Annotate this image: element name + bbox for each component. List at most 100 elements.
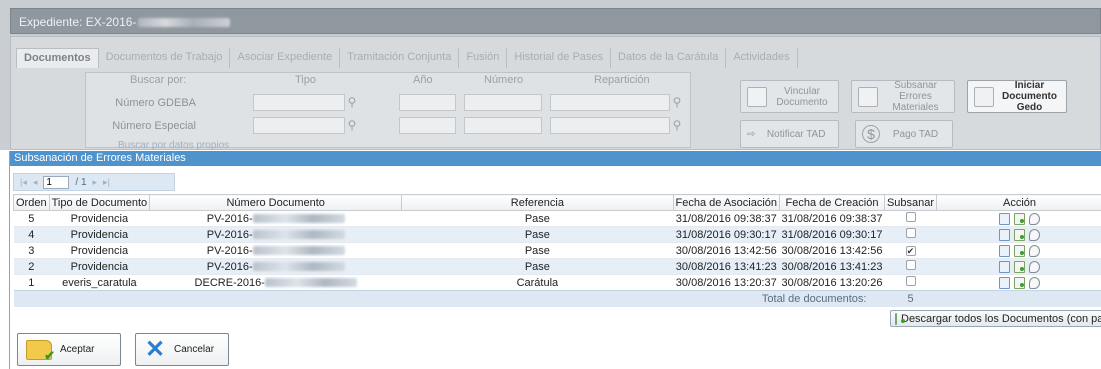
view-document-icon[interactable] (999, 244, 1011, 257)
subsanar-checkbox[interactable] (905, 260, 916, 270)
row-orden: 2 (13, 258, 50, 275)
preview-icon[interactable] (1029, 244, 1041, 257)
col-tipo-documento[interactable]: Tipo de Documento (48, 194, 151, 211)
row-orden: 4 (13, 226, 50, 243)
row-fecha-asociacion: 30/08/2016 13:20:37 (673, 274, 780, 291)
new-document-icon (974, 86, 994, 107)
dialog-title: Subsanación de Errores Materiales (10, 151, 1101, 166)
tipo-input-especial[interactable] (253, 117, 345, 134)
search-icon[interactable]: ⚲ (345, 95, 359, 109)
view-document-icon[interactable] (999, 260, 1011, 273)
col-orden[interactable]: Orden (13, 194, 50, 211)
totals-row: Total de documentos: 5 (13, 290, 1101, 307)
tab-actividades[interactable]: Actividades (726, 48, 798, 68)
cancel-label: Cancelar (174, 344, 215, 355)
col-subsanar[interactable]: Subsanar (883, 194, 938, 211)
close-icon: ✕ (144, 335, 166, 363)
anio-input-especial[interactable] (399, 117, 456, 134)
download-icon[interactable] (1014, 276, 1026, 289)
col-accion: Acción (936, 194, 1101, 211)
tab-historial-de-pases[interactable]: Historial de Pases (507, 48, 612, 68)
pago-tad-button[interactable]: $ Pago TAD (855, 120, 953, 148)
search-icon[interactable]: ⚲ (345, 118, 359, 132)
view-document-icon[interactable] (999, 228, 1011, 241)
table-header: Orden Tipo de Documento Número Documento… (13, 194, 1101, 211)
row-fecha-creacion: 31/08/2016 09:30:17 (779, 226, 885, 243)
dollar-icon: $ (862, 125, 880, 143)
row-subsanar (884, 274, 937, 291)
download-all-button[interactable]: Descargar todos los Documentos (con pase… (890, 310, 1101, 327)
col-fecha-asociacion[interactable]: Fecha de Asociación (672, 194, 781, 211)
accept-button[interactable]: Aceptar (17, 333, 121, 366)
download-icon[interactable] (1014, 212, 1026, 225)
download-icon[interactable] (1014, 244, 1026, 257)
cancel-button[interactable]: ✕ Cancelar (135, 333, 229, 366)
subsanar-checkbox[interactable] (905, 228, 916, 238)
table-row[interactable]: 5 Providencia PV-2016- Pase 31/08/2016 0… (13, 210, 1101, 227)
col-numero-documento[interactable]: Número Documento (149, 194, 403, 211)
tab-documentos-de-trabajo[interactable]: Documentos de Trabajo (99, 48, 231, 68)
preview-icon[interactable] (1029, 260, 1041, 273)
page-number-input[interactable] (43, 175, 70, 189)
download-all-label: Descargar todos los Documentos (con pase… (901, 312, 1101, 325)
view-document-icon[interactable] (999, 212, 1011, 225)
row-numero: PV-2016- (149, 258, 402, 275)
search-icon[interactable]: ⚲ (670, 118, 684, 132)
redacted-number (252, 214, 345, 224)
preview-icon[interactable] (1029, 212, 1041, 225)
preview-icon[interactable] (1029, 228, 1041, 241)
tab-asociar-expediente[interactable]: Asociar Expediente (230, 48, 341, 68)
tab-documentos[interactable]: Documentos (16, 48, 99, 68)
next-page-icon[interactable]: ▸ (93, 177, 98, 188)
accept-label: Aceptar (60, 344, 95, 355)
subsanar-checkbox[interactable] (905, 276, 916, 286)
search-col-tipo: Tipo (295, 74, 316, 86)
col-referencia[interactable]: Referencia (401, 194, 674, 211)
subsanar-errores-button[interactable]: Subsanar Errores Materiales (851, 80, 955, 113)
tab-tramitacion-conjunta[interactable]: Tramitación Conjunta (340, 48, 460, 68)
first-page-icon[interactable]: |◂ (20, 177, 27, 188)
subsanar-checkbox-checked[interactable]: ✔ (905, 245, 916, 256)
row-fecha-asociacion: 31/08/2016 09:38:37 (673, 210, 780, 227)
table-row[interactable]: 4 Providencia PV-2016- Pase 31/08/2016 0… (13, 226, 1101, 243)
search-own-data-link[interactable]: Buscar por datos propios (118, 140, 229, 151)
view-document-icon[interactable] (999, 276, 1011, 289)
iniciar-documento-button[interactable]: Iniciar Documento Gedo (967, 80, 1067, 113)
download-icon[interactable] (1014, 260, 1026, 273)
tipo-input-gdeba[interactable] (253, 94, 345, 111)
numero-input-gdeba[interactable] (464, 94, 542, 111)
col-fecha-creacion[interactable]: Fecha de Creación (779, 194, 885, 211)
redacted-number (252, 246, 345, 256)
table-row[interactable]: 2 Providencia PV-2016- Pase 30/08/2016 1… (13, 258, 1101, 275)
table-row[interactable]: 1 everis_caratula DECRE-2016- Carátula 3… (13, 274, 1101, 291)
row-subsanar (884, 226, 937, 243)
notificar-tad-button[interactable]: ⇨ Notificar TAD (740, 120, 839, 148)
download-icon (895, 312, 905, 325)
redacted-number (252, 262, 345, 272)
row-accion (936, 242, 1101, 259)
row-orden: 5 (13, 210, 50, 227)
last-page-icon[interactable]: ▸| (103, 177, 110, 188)
search-icon[interactable]: ⚲ (670, 95, 684, 109)
redacted-number (252, 230, 345, 240)
row-accion (936, 258, 1101, 275)
table-row[interactable]: 3 Providencia PV-2016- Pase 30/08/2016 1… (13, 242, 1101, 259)
row-accion (936, 210, 1101, 227)
tab-fusion[interactable]: Fusión (459, 48, 508, 68)
row-fecha-creacion: 30/08/2016 13:42:56 (779, 242, 885, 259)
row-accion (936, 274, 1101, 291)
subsanar-checkbox[interactable] (905, 212, 916, 222)
preview-icon[interactable] (1029, 276, 1041, 289)
total-value: 5 (884, 290, 937, 307)
anio-input-gdeba[interactable] (399, 94, 456, 111)
row-accion (936, 226, 1101, 243)
download-icon[interactable] (1014, 228, 1026, 241)
arrow-right-icon: ⇨ (747, 128, 756, 140)
reparticion-input-gdeba[interactable] (550, 94, 670, 111)
vincular-documento-button[interactable]: Vincular Documento (740, 80, 839, 113)
prev-page-icon[interactable]: ◂ (33, 177, 38, 188)
row-referencia: Pase (401, 210, 674, 227)
tab-datos-de-la-caratula[interactable]: Datos de la Carátula (611, 48, 727, 68)
reparticion-input-especial[interactable] (550, 117, 670, 134)
numero-input-especial[interactable] (464, 117, 542, 134)
